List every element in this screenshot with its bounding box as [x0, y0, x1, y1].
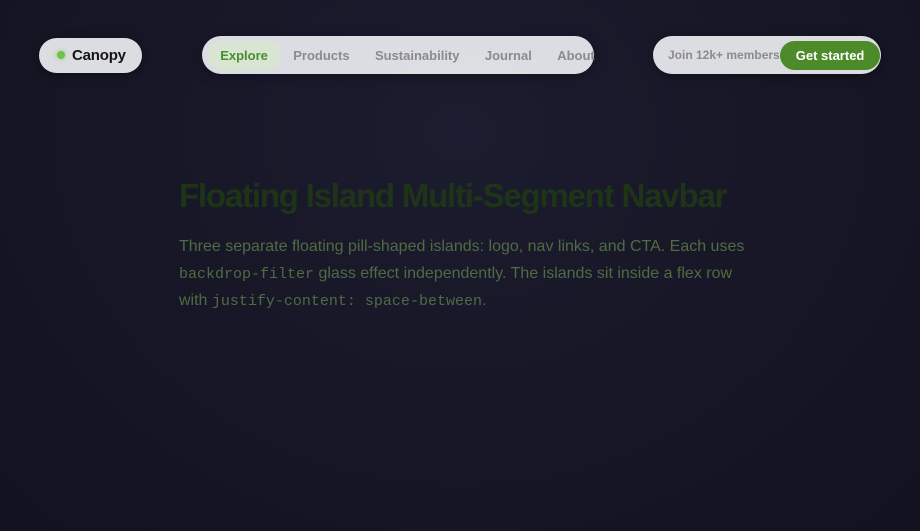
hero-section: Floating Island Multi-Segment Navbar Thr… [179, 174, 759, 316]
code-justify-content: justify-content: space-between [211, 293, 482, 310]
page-title: Floating Island Multi-Segment Navbar [179, 177, 727, 214]
nav-link-explore[interactable]: Explore [207, 40, 281, 70]
code-backdrop-filter: backdrop-filter [179, 265, 315, 283]
nav-link-journal[interactable]: Journal [472, 41, 544, 70]
members-count-text: Join 12k+ members [668, 48, 780, 62]
nav-links-island: Explore Products Sustainability Journal … [201, 36, 595, 74]
logo-dot-icon [57, 51, 65, 59]
nav-link-products[interactable]: Products [281, 41, 363, 70]
cta-island: Join 12k+ members Get started [653, 36, 881, 74]
logo-text: Canopy [72, 46, 126, 64]
desc-text-3: . [481, 292, 487, 309]
hero-description: Three separate floating pill-shaped isla… [179, 234, 759, 316]
navbar: Canopy Explore Products Sustainability J… [39, 36, 881, 74]
logo-island[interactable]: Canopy [39, 37, 142, 73]
desc-text-1: Three separate floating pill-shaped isla… [179, 238, 745, 255]
nav-link-sustainability[interactable]: Sustainability [362, 41, 472, 70]
get-started-button[interactable]: Get started [779, 40, 881, 70]
nav-link-about[interactable]: About [545, 41, 608, 70]
